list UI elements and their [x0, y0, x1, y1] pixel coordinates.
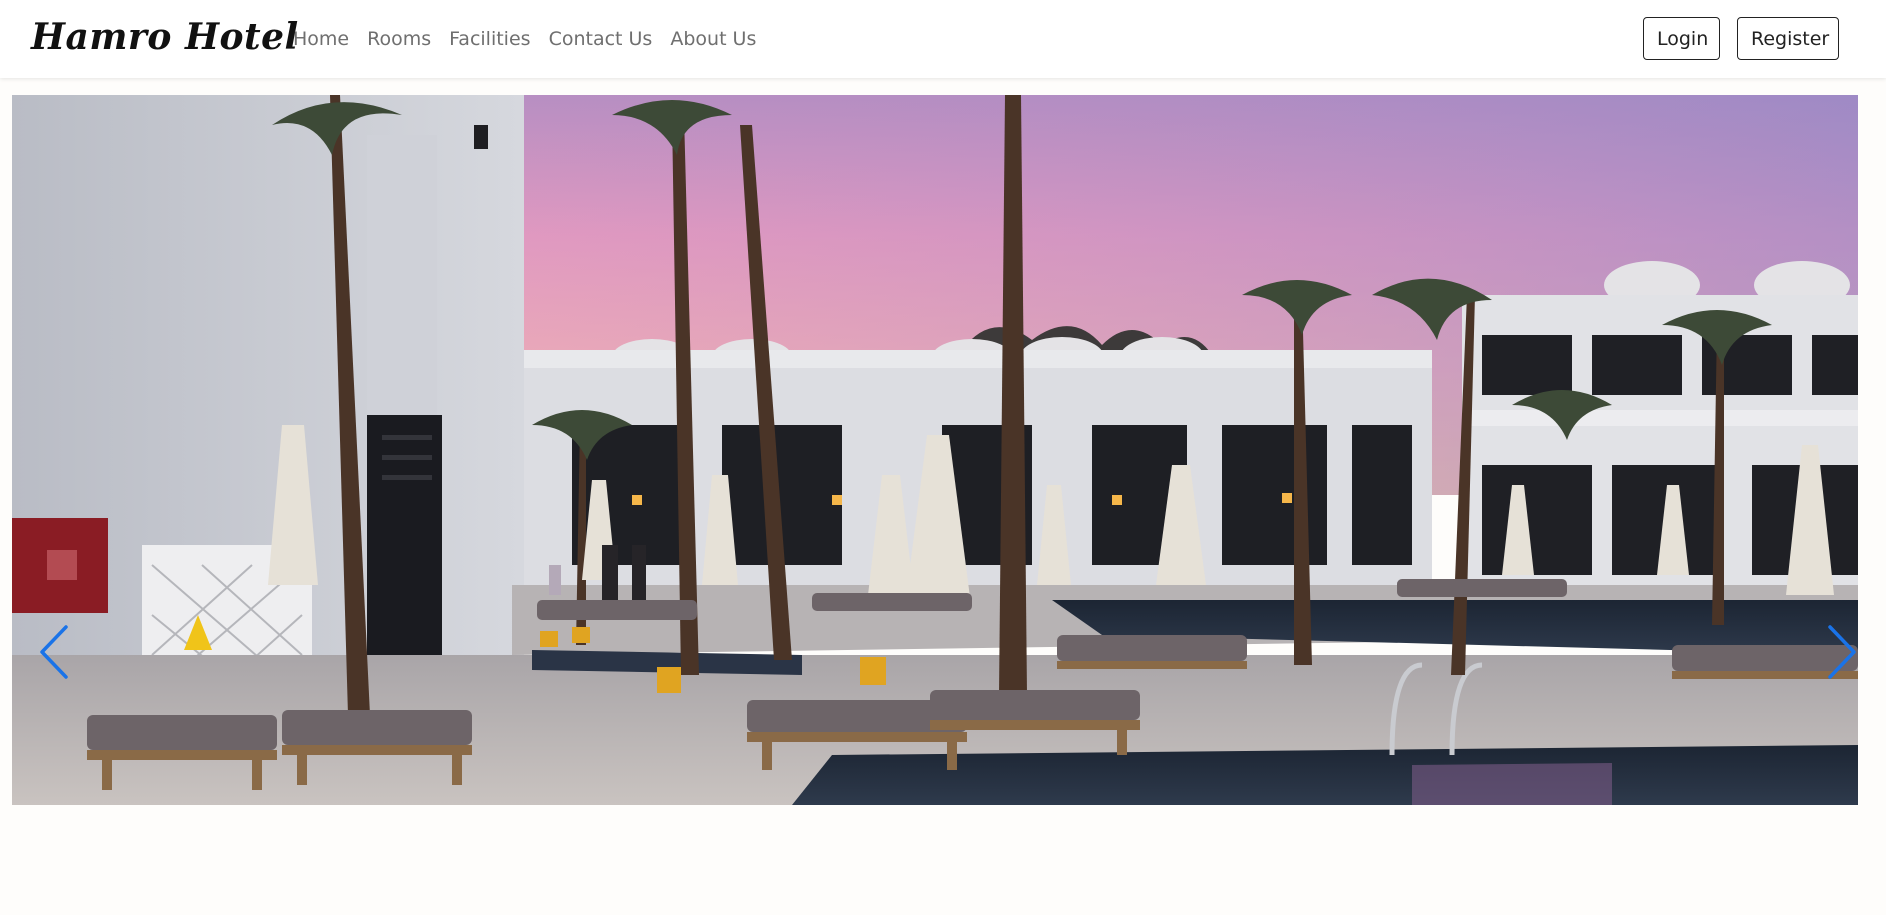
brand-logo[interactable]: Hamro Hotel — [31, 16, 299, 58]
carousel-prev-button[interactable] — [34, 623, 74, 681]
login-button[interactable]: Login — [1643, 17, 1720, 60]
navbar: Hamro Hotel Home Rooms Facilities Contac… — [0, 0, 1886, 78]
hero-carousel — [12, 95, 1858, 805]
carousel-next-button[interactable] — [1822, 623, 1858, 681]
nav-link-rooms[interactable]: Rooms — [367, 27, 431, 51]
chevron-right-icon — [1822, 623, 1858, 681]
hotel-pool-image — [12, 95, 1858, 805]
main-nav: Home Rooms Facilities Contact Us About U… — [293, 27, 756, 51]
nav-link-home[interactable]: Home — [293, 27, 349, 51]
nav-link-contact-us[interactable]: Contact Us — [549, 27, 653, 51]
register-button[interactable]: Register — [1737, 17, 1839, 60]
chevron-left-icon — [34, 623, 74, 681]
nav-link-about-us[interactable]: About Us — [670, 27, 756, 51]
carousel-slide-image — [12, 95, 1858, 805]
nav-link-facilities[interactable]: Facilities — [449, 27, 530, 51]
